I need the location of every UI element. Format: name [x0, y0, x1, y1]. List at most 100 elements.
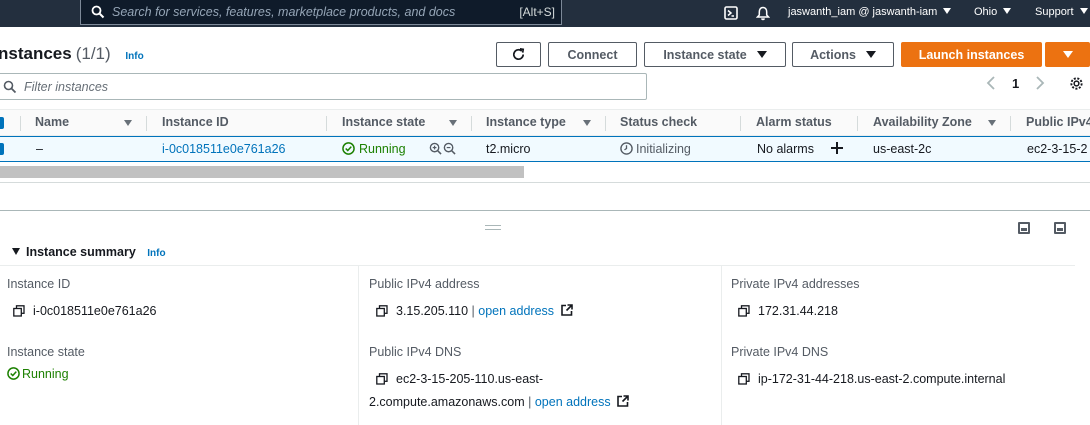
zoom-in-icon[interactable] [429, 142, 442, 158]
column-divider [471, 116, 472, 131]
top-navigation: Search for services, features, marketpla… [0, 0, 1090, 27]
select-all-checkbox[interactable] [0, 117, 4, 129]
copy-icon[interactable] [13, 305, 25, 317]
zoom-out-icon[interactable] [443, 142, 456, 158]
region-menu[interactable]: Ohio [974, 6, 1012, 18]
state-text: Running [359, 142, 406, 156]
open-address-link[interactable]: open address [478, 304, 554, 318]
caret-down-icon [865, 51, 876, 58]
column-header-instance-type[interactable]: Instance type [486, 115, 566, 129]
sort-icon[interactable] [583, 120, 591, 126]
filter-instances-input[interactable]: Filter instances [0, 73, 647, 100]
instance-state-label: Instance state [663, 47, 747, 62]
table-row[interactable]: – i-0c018511e0e761a26 Running t2.micro I… [0, 136, 1090, 162]
check-circle-icon [7, 367, 20, 380]
search-icon [3, 80, 17, 94]
copy-icon[interactable] [738, 305, 750, 317]
panel-side-icon[interactable] [1054, 222, 1066, 234]
instance-summary-header[interactable]: Instance summary Info [12, 245, 166, 259]
connect-button[interactable]: Connect [548, 42, 637, 67]
value-public-ipv4: 3.15.205.110 | open address [376, 304, 573, 318]
launch-dropdown-button[interactable] [1045, 42, 1090, 67]
next-page-button[interactable] [1035, 76, 1045, 93]
split-panel-divider [0, 210, 1090, 211]
cell-public-dns: ec2-3-15-2 [1027, 142, 1088, 156]
instance-count: (1/1) [75, 44, 111, 63]
clock-icon [620, 142, 633, 155]
label-instance-state: Instance state [7, 345, 85, 359]
column-header-name[interactable]: Name [35, 115, 69, 129]
instance-state-button[interactable]: Instance state [644, 42, 786, 67]
caret-down-icon [756, 51, 767, 58]
instance-id-text: i-0c018511e0e761a26 [33, 304, 157, 318]
bell-icon[interactable] [756, 6, 770, 21]
caret-down-icon [12, 248, 20, 255]
search-icon [91, 5, 105, 19]
chevron-right-icon [1036, 76, 1045, 90]
sort-icon[interactable] [988, 120, 996, 126]
refresh-button[interactable] [496, 42, 541, 67]
public-dns-text-1: ec2-3-15-205-110.us-east- [396, 372, 544, 386]
chevron-down-icon [943, 8, 952, 14]
value-instance-state: Running [7, 367, 69, 381]
status-check-text: Initializing [636, 142, 691, 156]
panel-bottom-icon[interactable] [1018, 222, 1030, 234]
instance-summary-title: Instance summary [26, 245, 136, 259]
info-link[interactable]: Info [125, 51, 143, 62]
cell-status-check: Initializing [620, 142, 691, 156]
column-divider [605, 116, 606, 131]
column-header-alarm-status[interactable]: Alarm status [756, 115, 832, 129]
plus-icon [831, 142, 843, 154]
copy-icon[interactable] [376, 373, 388, 385]
sort-icon[interactable] [124, 120, 132, 126]
cell-alarm-status: No alarms [757, 142, 814, 156]
external-link-icon[interactable] [617, 395, 629, 407]
row-checkbox[interactable] [0, 143, 4, 155]
resize-handle[interactable] [485, 225, 501, 226]
gear-icon [1070, 77, 1083, 90]
copy-icon[interactable] [738, 373, 750, 385]
sort-icon[interactable] [449, 120, 457, 126]
label-public-dns: Public IPv4 DNS [369, 345, 462, 359]
private-ip-text: 172.31.44.218 [758, 304, 838, 318]
column-divider [326, 116, 327, 131]
value-private-ipv4: 172.31.44.218 [738, 304, 838, 318]
search-shortcut: [Alt+S] [519, 5, 555, 19]
chevron-left-icon [986, 76, 995, 90]
page-title-text: nstances [0, 44, 72, 63]
prev-page-button[interactable] [986, 76, 996, 93]
check-circle-icon [342, 142, 355, 155]
label-public-ipv4: Public IPv4 address [369, 277, 480, 291]
label-instance-id: Instance ID [7, 277, 71, 291]
column-header-availability-zone[interactable]: Availability Zone [873, 115, 972, 129]
cloudshell-icon[interactable] [724, 6, 738, 20]
column-header-instance-state[interactable]: Instance state [342, 115, 425, 129]
preferences-button[interactable] [1069, 76, 1084, 94]
cell-instance-type: t2.micro [486, 142, 531, 156]
cell-instance-id-link[interactable]: i-0c018511e0e761a26 [162, 142, 286, 156]
support-menu[interactable]: Support [1035, 6, 1088, 18]
cell-availability-zone: us-east-2c [873, 142, 932, 156]
column-header-status-check[interactable]: Status check [620, 115, 697, 129]
summary-info-link[interactable]: Info [147, 248, 165, 259]
actions-button[interactable]: Actions [792, 42, 894, 67]
add-alarm-button[interactable] [830, 141, 844, 158]
column-divider [721, 266, 722, 425]
label-private-dns: Private IPv4 DNS [731, 345, 829, 359]
column-header-instance-id[interactable]: Instance ID [162, 115, 229, 129]
account-menu[interactable]: jaswanth_iam @ jaswanth-iam [788, 6, 952, 18]
external-link-icon[interactable] [560, 304, 573, 316]
divider [0, 182, 1090, 183]
filter-placeholder: Filter instances [24, 80, 109, 94]
page-number[interactable]: 1 [1012, 76, 1019, 91]
horizontal-scrollbar[interactable] [0, 166, 524, 178]
private-dns-text: ip-172-31-44-218.us-east-2.compute.inter… [758, 372, 1006, 386]
global-search-input[interactable]: Search for services, features, marketpla… [80, 0, 562, 25]
resize-handle[interactable] [485, 229, 501, 230]
copy-icon[interactable] [376, 305, 388, 317]
launch-instances-button[interactable]: Launch instances [901, 42, 1042, 67]
support-label: Support [1035, 6, 1074, 18]
open-address-link[interactable]: open address [535, 395, 611, 409]
column-header-public-ipv4[interactable]: Public IPv4 [1026, 115, 1090, 129]
value-public-dns-line2: 2.compute.amazonaws.com | open address [369, 395, 629, 409]
